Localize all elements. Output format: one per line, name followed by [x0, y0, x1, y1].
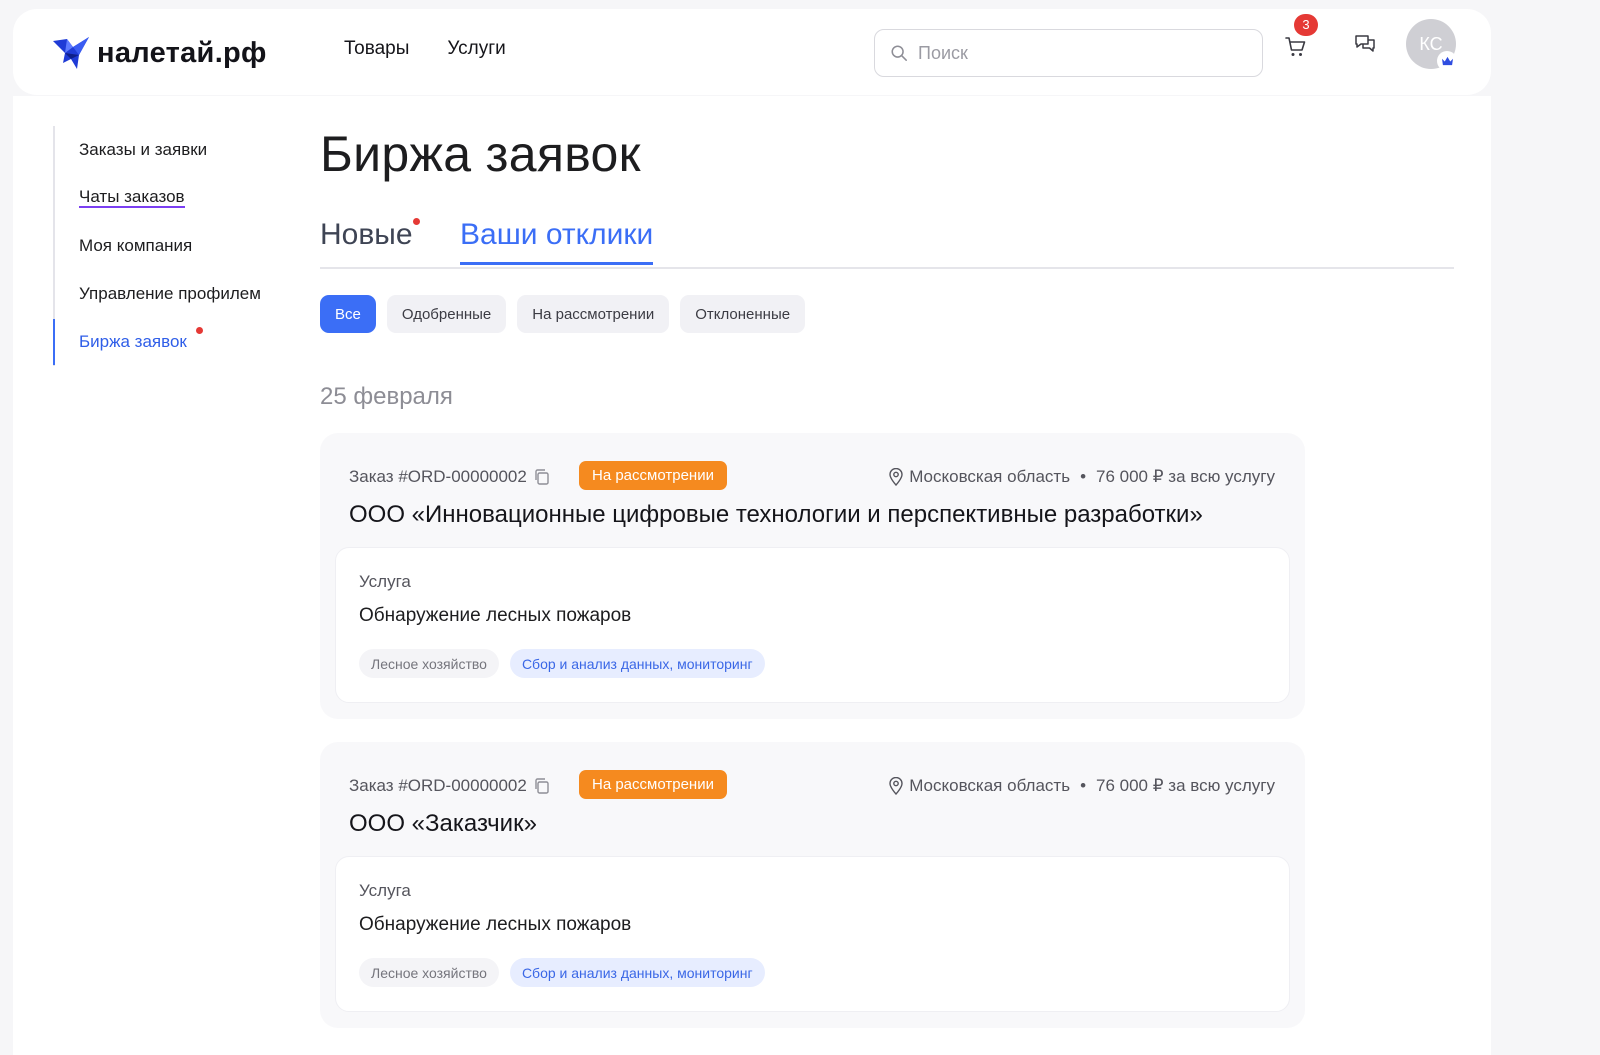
page-title: Биржа заявок [320, 126, 641, 182]
search-input[interactable] [916, 41, 1250, 65]
filter-approved[interactable]: Одобренные [386, 295, 507, 333]
cart-count-badge: 3 [1294, 14, 1318, 36]
tag-category: Лесное хозяйство [359, 649, 499, 678]
tag-subcategory: Сбор и анализ данных, мониторинг [509, 649, 765, 678]
sidebar-item-orders[interactable]: Заказы и заявки [55, 126, 285, 174]
nav-products[interactable]: Товары [344, 38, 409, 60]
sidebar-item-label: Заказы и заявки [79, 140, 208, 159]
order-card[interactable]: Заказ #ORD-00000002 На рассмотрении Моск… [320, 742, 1305, 1028]
order-number: Заказ #ORD-00000002 [349, 776, 551, 796]
status-badge: На рассмотрении [579, 770, 727, 799]
notification-dot [196, 327, 203, 334]
tag-subcategory: Сбор и анализ данных, мониторинг [509, 958, 765, 987]
order-meta: Московская область • 76 000 ₽ за всю усл… [888, 467, 1275, 487]
tab-your-responses[interactable]: Ваши отклики [460, 218, 654, 265]
logo-text: налетай.рф [97, 36, 267, 69]
service-name: Обнаружение лесных пожаров [359, 605, 632, 626]
chat-icon [1355, 35, 1375, 52]
meta-separator: • [1080, 776, 1087, 795]
sidebar: Заказы и заявки Чаты заказов Моя компани… [53, 126, 285, 366]
sidebar-item-my-company[interactable]: Моя компания [55, 222, 285, 270]
nav-services[interactable]: Услуги [447, 38, 505, 60]
filter-all[interactable]: Все [320, 295, 376, 333]
order-number-text: Заказ #ORD-00000002 [349, 776, 527, 795]
region: Московская область [909, 467, 1071, 486]
top-header: налетай.рф Товары Услуги [13, 9, 1491, 95]
sidebar-item-profile[interactable]: Управление профилем [55, 270, 285, 318]
notification-dot [413, 218, 420, 225]
tab-label: Ваши отклики [460, 218, 654, 251]
order-number-text: Заказ #ORD-00000002 [349, 467, 527, 486]
tag-category: Лесное хозяйство [359, 958, 499, 987]
sidebar-item-order-chats[interactable]: Чаты заказов [55, 174, 285, 222]
tab-new[interactable]: Новые [320, 218, 420, 265]
sidebar-item-label: Чаты заказов [79, 187, 185, 208]
cart-icon [1285, 37, 1306, 56]
crown-icon [1441, 56, 1453, 65]
logo-icon [53, 37, 89, 69]
filter-rejected[interactable]: Отклоненные [680, 295, 806, 333]
logo[interactable]: налетай.рф [51, 31, 267, 75]
copy-icon[interactable] [533, 777, 551, 795]
service-name: Обнаружение лесных пожаров [359, 914, 632, 935]
search-box[interactable] [874, 29, 1263, 77]
top-nav: Товары Услуги [344, 38, 506, 60]
service-tags: Лесное хозяйство Сбор и анализ данных, м… [359, 958, 765, 987]
price: 76 000 ₽ за всю услугу [1096, 467, 1275, 486]
date-heading: 25 февраля [320, 383, 453, 410]
meta-separator: • [1080, 467, 1087, 486]
tab-label: Новые [320, 218, 413, 251]
messages-button[interactable] [1353, 32, 1379, 58]
region: Московская область [909, 776, 1071, 795]
location-pin-icon [889, 777, 903, 795]
location-pin-icon [889, 468, 903, 486]
order-number: Заказ #ORD-00000002 [349, 467, 551, 487]
company-name: ООО «Заказчик» [349, 810, 537, 837]
sidebar-item-label: Биржа заявок [79, 332, 187, 351]
order-meta: Московская область • 76 000 ₽ за всю усл… [888, 776, 1275, 796]
price: 76 000 ₽ за всю услугу [1096, 776, 1275, 795]
tabs: Новые Ваши отклики [320, 213, 1454, 269]
sidebar-item-exchange[interactable]: Биржа заявок [53, 318, 285, 366]
service-box: Услуга Обнаружение лесных пожаров Лесное… [335, 856, 1290, 1012]
sidebar-item-label: Моя компания [79, 236, 193, 255]
copy-icon[interactable] [533, 468, 551, 486]
service-tags: Лесное хозяйство Сбор и анализ данных, м… [359, 649, 765, 678]
order-card[interactable]: Заказ #ORD-00000002 На рассмотрении Моск… [320, 433, 1305, 719]
service-box: Услуга Обнаружение лесных пожаров Лесное… [335, 547, 1290, 703]
sidebar-item-label: Управление профилем [79, 284, 261, 303]
status-badge: На рассмотрении [579, 461, 727, 490]
service-label: Услуга [359, 572, 411, 591]
company-name: ООО «Инновационные цифровые технологии и… [349, 501, 1203, 528]
crown-badge [1437, 51, 1457, 71]
service-label: Услуга [359, 881, 411, 900]
filter-under-review[interactable]: На рассмотрении [517, 295, 670, 333]
status-filters: Все Одобренные На рассмотрении Отклоненн… [320, 295, 806, 333]
search-icon [891, 45, 907, 61]
